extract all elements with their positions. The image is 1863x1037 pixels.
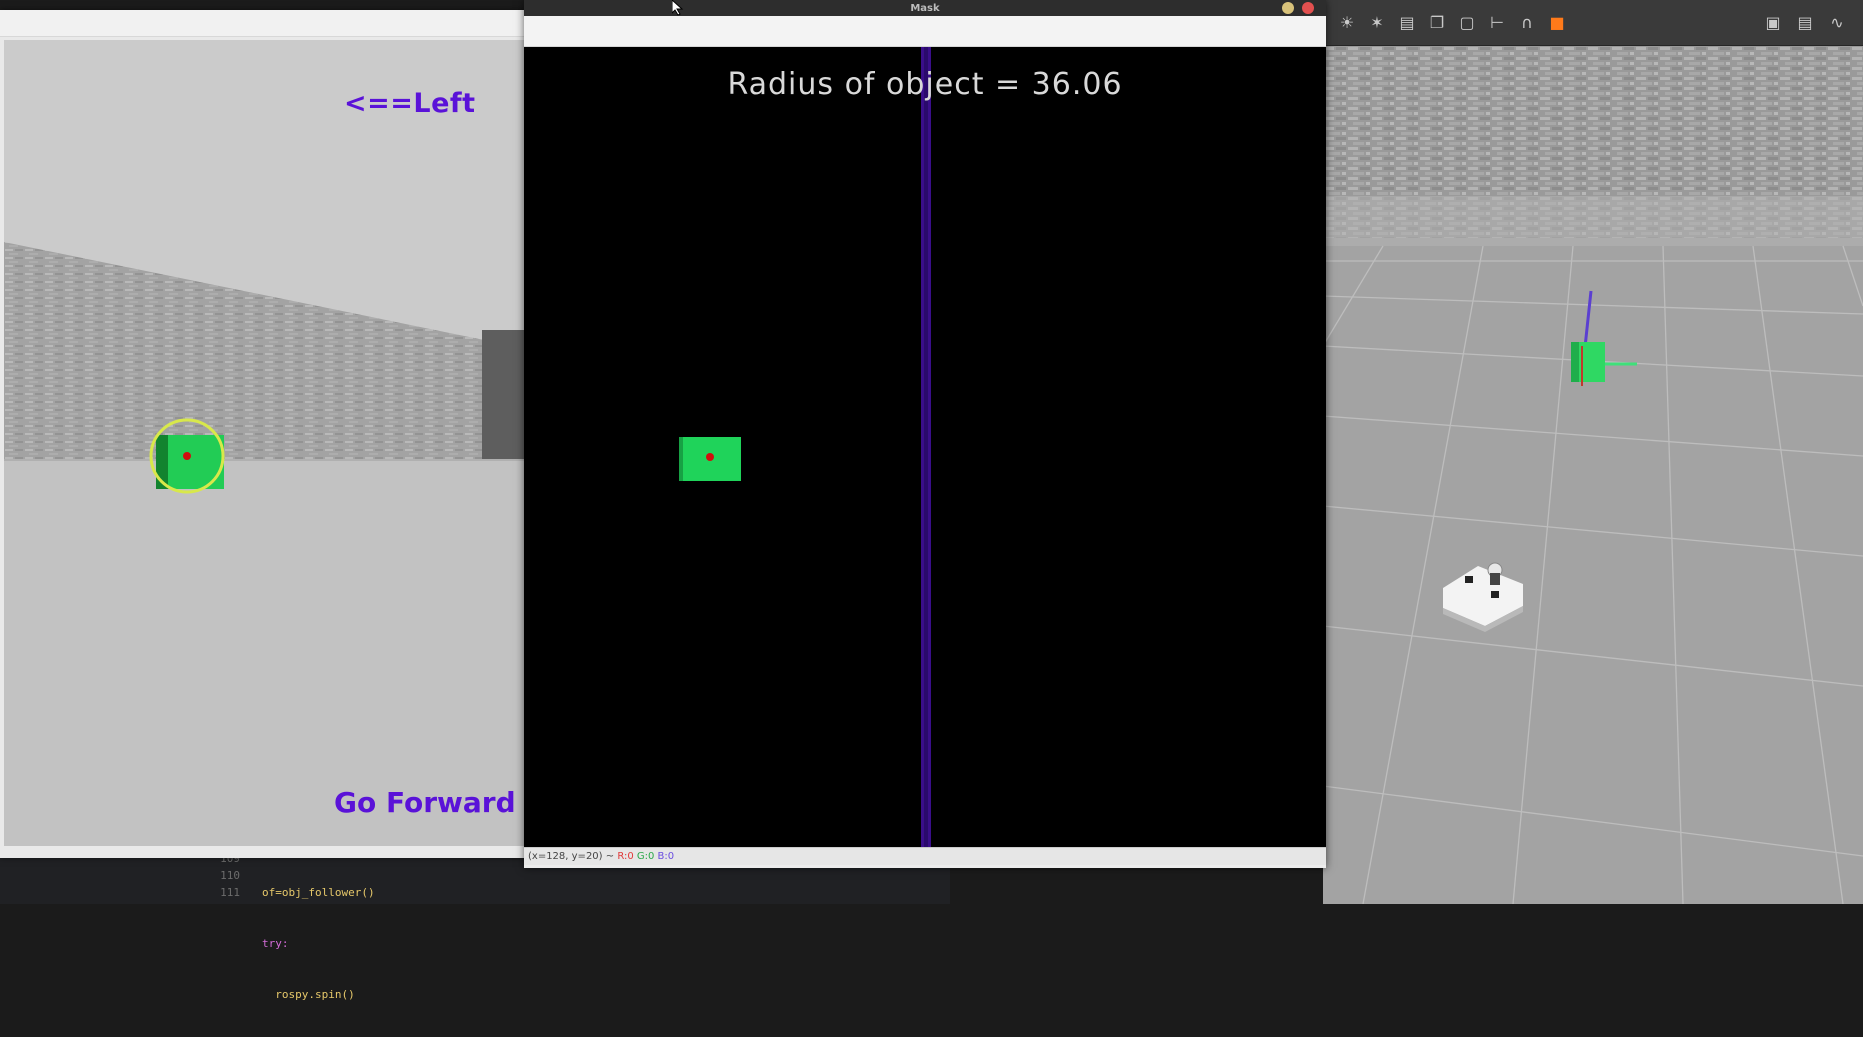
center-dot xyxy=(183,452,191,460)
center-dot xyxy=(706,453,714,461)
code-line: rospy.spin() xyxy=(275,988,355,1001)
mask-statusbar: (x=128, y=20) ~ R:0 G:0 B:0 xyxy=(524,847,1326,865)
radius-readout: Radius of object = 36.06 xyxy=(727,67,1123,102)
mask-window: Mask Radius of object = 36.06 (x=128, y=… xyxy=(524,0,1326,868)
sun-icon[interactable]: ☀ xyxy=(1335,11,1359,35)
camera-window: <==Left Go Forward xyxy=(0,10,525,858)
editor-gutter: 109 110 111 xyxy=(170,850,240,904)
code-line: of=obj_follower() xyxy=(262,886,375,899)
dark-block xyxy=(482,330,524,460)
mask-image xyxy=(524,47,1326,847)
close-button[interactable] xyxy=(1302,2,1314,14)
minimize-button[interactable] xyxy=(1282,2,1294,14)
pixel-r: R:0 xyxy=(617,851,634,862)
paste-icon[interactable]: ▢ xyxy=(1455,11,1479,35)
line-number: 110 xyxy=(220,869,240,882)
direction-label: <==Left xyxy=(344,88,476,119)
camera-icon[interactable]: ▣ xyxy=(1761,11,1785,35)
point-light-icon[interactable]: ✶ xyxy=(1365,11,1389,35)
mask-object xyxy=(679,437,741,481)
magnet-icon[interactable]: ∩ xyxy=(1515,11,1539,35)
pixel-g: G:0 xyxy=(636,851,655,862)
copy-icon[interactable]: ❐ xyxy=(1425,11,1449,35)
gazebo-3d-scene[interactable] xyxy=(1323,46,1863,904)
pixel-coords: (x=128, y=20) ~ xyxy=(528,851,618,862)
gazebo-window: ☀ ✶ ▤ ❐ ▢ ⊢ ∩ ■ ▣ ▤ ∿ xyxy=(1323,0,1863,904)
camera-image xyxy=(4,40,524,846)
align-icon[interactable]: ⊢ xyxy=(1485,11,1509,35)
mask-window-toolbar xyxy=(524,16,1326,47)
camera-view: <==Left Go Forward xyxy=(4,40,524,846)
code-line: try: xyxy=(262,937,289,950)
directional-light-icon[interactable]: ▤ xyxy=(1395,11,1419,35)
record-icon[interactable]: ■ xyxy=(1545,11,1569,35)
plot-icon[interactable]: ∿ xyxy=(1825,11,1849,35)
command-label: Go Forward xyxy=(334,786,516,819)
line-number: 111 xyxy=(220,886,240,899)
camera-window-titlebar[interactable] xyxy=(0,10,525,37)
gazebo-toolbar: ☀ ✶ ▤ ❐ ▢ ⊢ ∩ ■ ▣ ▤ ∿ xyxy=(1323,0,1863,46)
window-title: Mask xyxy=(910,2,940,14)
mouse-cursor-icon xyxy=(672,0,684,16)
mask-view[interactable]: Radius of object = 36.06 xyxy=(524,47,1326,847)
pixel-b: B:0 xyxy=(657,851,675,862)
log-icon[interactable]: ▤ xyxy=(1793,11,1817,35)
mask-window-titlebar[interactable]: Mask xyxy=(524,0,1326,16)
